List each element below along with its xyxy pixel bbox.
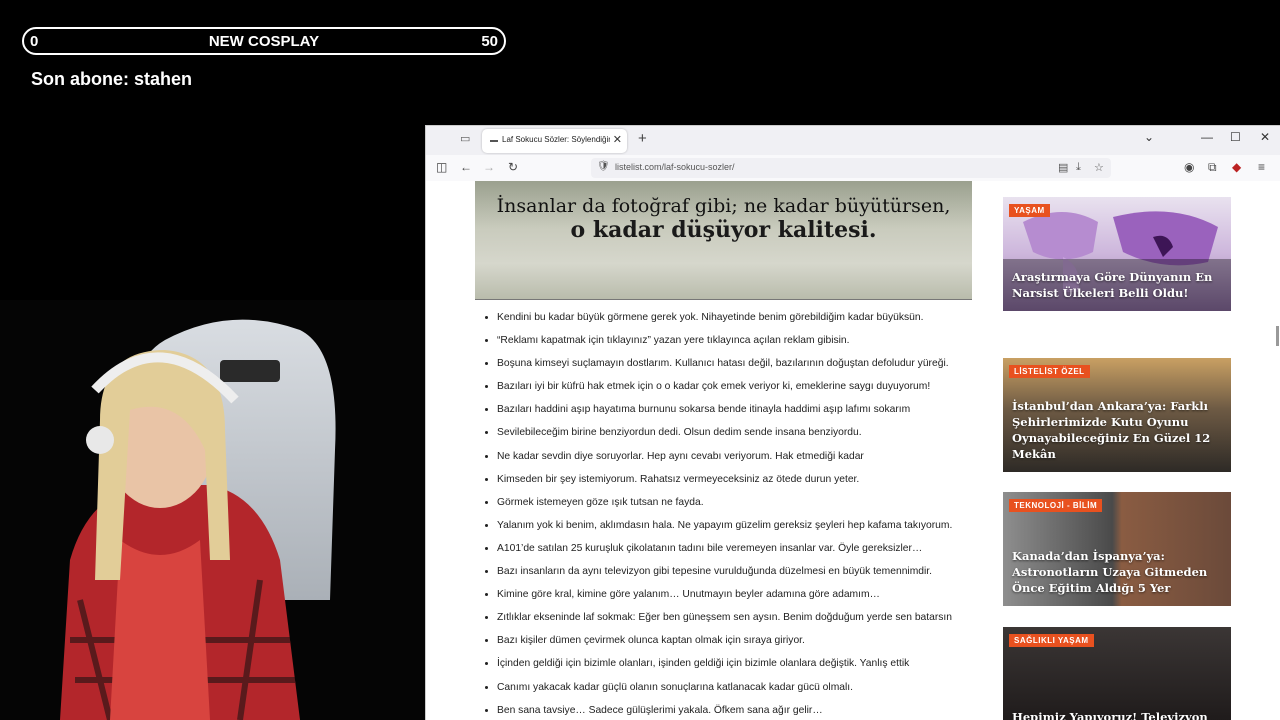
minimize-icon[interactable]: — — [1201, 130, 1213, 144]
account-icon[interactable]: ◉ — [1184, 160, 1194, 174]
tab-favicon-icon — [490, 140, 498, 142]
list-item: Bazıları iyi bir küfrü hak etmek için o … — [497, 380, 992, 403]
sidebar-toggle-icon[interactable]: ◫ — [436, 160, 447, 174]
reload-icon[interactable]: ↻ — [508, 160, 518, 174]
list-item: Ben sana tavsiye… Sadece gülüşlerimi yak… — [497, 704, 992, 720]
new-tab-icon[interactable]: + — [638, 130, 647, 147]
card-headline: Kanada’dan İspanya’ya: Astronotların Uza… — [1012, 549, 1208, 595]
list-item: Ne kadar sevdin diye soruyorlar. Hep ayn… — [497, 450, 992, 473]
sidebar-card-listelist-ozel[interactable]: LİSTELİST ÖZEL İstanbul’dan Ankara’ya: F… — [1003, 358, 1231, 472]
hero-image: İnsanlar da fotoğraf gibi; ne kadar büyü… — [475, 181, 972, 300]
tab-active[interactable]: Laf Sokucu Sözler: Söylendiğinde ✕ — [482, 129, 627, 153]
category-tag: SAĞLIKLI YAŞAM — [1009, 634, 1094, 647]
hero-line-2: o kadar düşüyor kalitesi. — [570, 217, 877, 243]
card-headline: Hepimiz Yapıyoruz! Televizyon — [1012, 710, 1208, 720]
sidebar-card-saglikli-yasam[interactable]: SAĞLIKLI YAŞAM Hepimiz Yapıyoruz! Televi… — [1003, 627, 1231, 720]
page-content: İnsanlar da fotoğraf gibi; ne kadar büyü… — [426, 181, 1280, 720]
sidebar-card-yasam[interactable]: YAŞAM Araştırmaya Göre Dünyanın En Narsi… — [1003, 197, 1231, 311]
tab-list-chevron-down-icon[interactable]: ⌄ — [1144, 130, 1154, 144]
tab-overview-icon[interactable]: ▭ — [460, 132, 470, 145]
quote-list: Kendini bu kadar büyük görmene gerek yok… — [481, 311, 992, 720]
extension-badge-icon[interactable]: ◆ — [1232, 160, 1241, 174]
list-item: Boşuna kimseyi suçlamayın dostlarım. Kul… — [497, 357, 992, 380]
category-tag: TEKNOLOJİ - BİLİM — [1009, 499, 1103, 512]
list-item: Bazı kişiler dümen çevirmek olunca kapta… — [497, 634, 992, 657]
extensions-icon[interactable]: ⧉ — [1208, 160, 1217, 175]
list-item: Kendini bu kadar büyük görmene gerek yok… — [497, 311, 992, 334]
back-icon[interactable]: ← — [460, 160, 472, 174]
card-headline: İstanbul’dan Ankara’ya: Farklı Şehirleri… — [1012, 399, 1211, 461]
reader-view-icon[interactable]: ▤ — [1058, 161, 1068, 174]
list-item: Kimseden bir şey istemiyorum. Rahatsız v… — [497, 473, 992, 496]
list-item: Kimine göre kral, kimine göre yalanım… U… — [497, 588, 992, 611]
webcam-feed — [0, 300, 426, 720]
hero-line-1: İnsanlar da fotoğraf gibi; ne kadar büyü… — [496, 195, 951, 217]
scrollbar-thumb[interactable] — [1276, 326, 1279, 346]
close-window-icon[interactable]: ✕ — [1260, 130, 1270, 144]
list-item: Zıtlıklar ekseninde laf sokmak: Eğer ben… — [497, 611, 992, 634]
sidebar-card-teknoloji[interactable]: TEKNOLOJİ - BİLİM Kanada’dan İspanya’ya:… — [1003, 492, 1231, 606]
sub-goal-bar: 0 NEW COSPLAY 50 — [22, 27, 506, 55]
list-item: “Reklamı kapatmak için tıklayınız” yazan… — [497, 334, 992, 357]
navigation-bar: ◫ ← → ↻ 🛡 listelist.com/laf-sokucu-sozle… — [426, 155, 1280, 182]
list-item: Yalanım yok ki benim, aklımdasın hala. N… — [497, 519, 992, 542]
card-headline: Araştırmaya Göre Dünyanın En Narsist Ülk… — [1012, 270, 1213, 300]
list-item: Görmek istemeyen göze ışık tutsan ne fay… — [497, 496, 992, 519]
save-page-icon[interactable]: ⤓ — [1076, 161, 1081, 174]
category-tag: LİSTELİST ÖZEL — [1009, 365, 1090, 378]
list-item: Sevilebileceğim birine benziyordun dedi.… — [497, 426, 992, 449]
tab-close-icon[interactable]: ✕ — [613, 133, 622, 146]
list-item: Bazı insanların da aynı televizyon gibi … — [497, 565, 992, 588]
lock-icon: 🛡 — [597, 161, 610, 172]
webcam-streamer-image — [0, 300, 426, 720]
menu-icon[interactable]: ≡ — [1258, 160, 1265, 174]
url-bar[interactable]: 🛡 listelist.com/laf-sokucu-sozler/ ▤ ⤓ ☆ — [591, 158, 1111, 178]
tab-title: Laf Sokucu Sözler: Söylendiğinde — [502, 135, 610, 144]
last-subscriber: Son abone: stahen — [31, 69, 193, 89]
maximize-icon[interactable]: ☐ — [1230, 130, 1241, 144]
list-item: Bazıları haddini aşıp hayatıma burnunu s… — [497, 403, 992, 426]
url-text: listelist.com/laf-sokucu-sozler/ — [615, 162, 735, 172]
tab-bar: ▭ Laf Sokucu Sözler: Söylendiğinde ✕ + ⌄… — [426, 126, 1280, 155]
browser-window: ▭ Laf Sokucu Sözler: Söylendiğinde ✕ + ⌄… — [425, 125, 1280, 720]
list-item: İçinden geldiği için bizimle olanları, i… — [497, 657, 992, 680]
category-tag: YAŞAM — [1009, 204, 1050, 217]
list-item: Canımı yakacak kadar güçlü olanın sonuçl… — [497, 681, 992, 704]
forward-icon[interactable]: → — [483, 160, 495, 174]
list-item: A101’de satılan 25 kuruşluk çikolatanın … — [497, 542, 992, 565]
goal-max: 50 — [481, 33, 498, 50]
bookmark-star-icon[interactable]: ☆ — [1094, 161, 1104, 174]
goal-title: NEW COSPLAY — [208, 33, 320, 50]
